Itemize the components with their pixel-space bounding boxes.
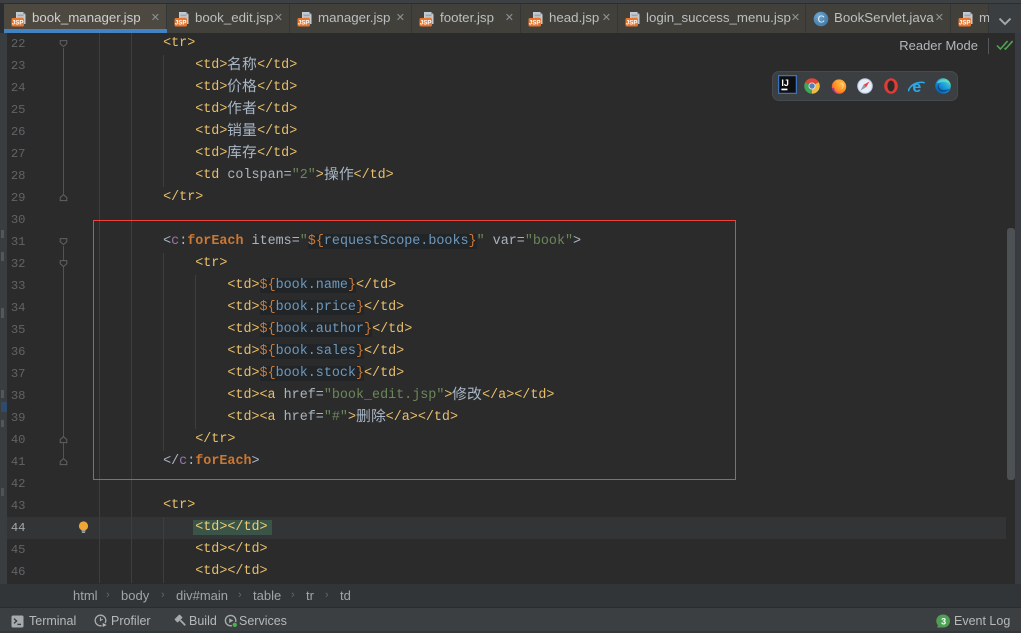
svg-text:JSP: JSP xyxy=(959,19,971,26)
svg-text:C: C xyxy=(818,14,825,25)
svg-text:JSP: JSP xyxy=(529,19,541,26)
svg-text:JSP: JSP xyxy=(175,19,187,26)
svg-text:e: e xyxy=(912,79,921,94)
svg-text:JSP: JSP xyxy=(12,19,24,26)
svg-text:3: 3 xyxy=(941,616,946,626)
svg-text:IJ: IJ xyxy=(781,78,789,88)
svg-text:JSP: JSP xyxy=(298,19,310,26)
svg-text:JSP: JSP xyxy=(420,19,432,26)
svg-text:JSP: JSP xyxy=(626,19,638,26)
